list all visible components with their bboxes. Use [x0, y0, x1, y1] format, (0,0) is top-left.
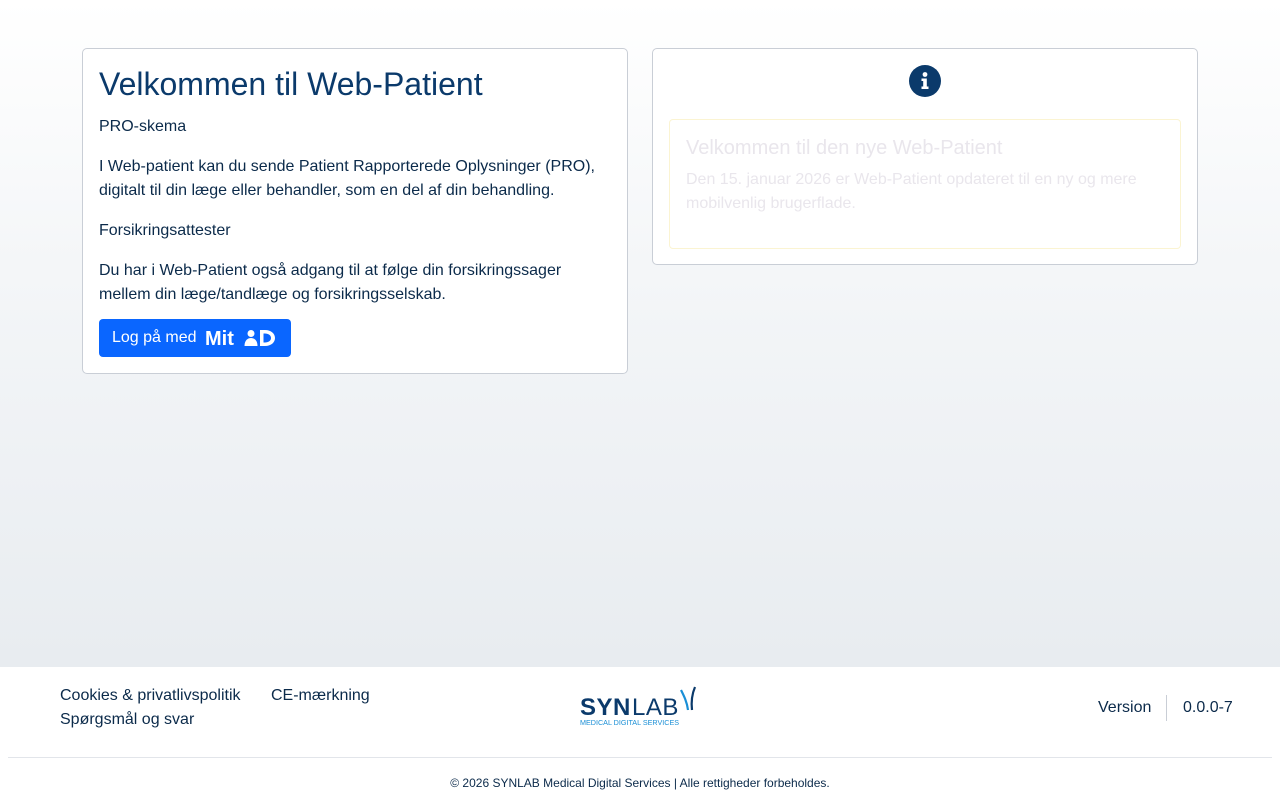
ce-marking-link[interactable]: CE-mærkning [271, 684, 370, 708]
svg-text:SYN: SYN [580, 694, 631, 721]
version-value: 0.0.0-7 [1183, 699, 1233, 716]
mitid-logo: Mit [205, 328, 275, 348]
cookies-privacy-link[interactable]: Cookies & privatlivspolitik [60, 684, 241, 708]
login-button-label: Log på med [112, 329, 197, 346]
info-icon [909, 65, 941, 97]
synlab-logo: SYN LAB MEDICAL DIGITAL SERVICES [580, 686, 704, 728]
notice-title: Velkommen til den nye Web-Patient [686, 137, 1003, 159]
page-title: Velkommen til Web-Patient [99, 66, 483, 102]
insurance-section-label: Forsikringsattester [99, 222, 231, 239]
faq-link[interactable]: Spørgsmål og svar [60, 708, 194, 732]
insurance-description: Du har i Web-Patient også adgang til at … [99, 262, 562, 303]
svg-text:Mit: Mit [205, 328, 234, 348]
notice-text: Den 15. januar 2026 er Web-Patient opdat… [686, 171, 1137, 212]
pro-description: I Web-patient kan du sende Patient Rappo… [99, 158, 595, 199]
svg-text:MEDICAL DIGITAL SERVICES: MEDICAL DIGITAL SERVICES [580, 718, 679, 727]
version-separator [1166, 695, 1167, 721]
version-label: Version [1098, 699, 1152, 716]
footer-divider [8, 757, 1272, 758]
login-mitid-button[interactable]: Log på med Mit [99, 319, 291, 357]
svg-text:LAB: LAB [632, 694, 679, 721]
copyright-text: © 2026 SYNLAB Medical Digital Services |… [450, 776, 830, 790]
update-notice: Velkommen til den nye Web-Patient Den 15… [669, 119, 1181, 249]
footer: Cookies & privatlivspolitik CE-mærkning … [0, 667, 1280, 800]
pro-section-label: PRO-skema [99, 118, 187, 135]
welcome-card: Velkommen til Web-Patient PRO-skema I We… [82, 48, 628, 374]
info-card: Velkommen til den nye Web-Patient Den 15… [652, 48, 1198, 265]
